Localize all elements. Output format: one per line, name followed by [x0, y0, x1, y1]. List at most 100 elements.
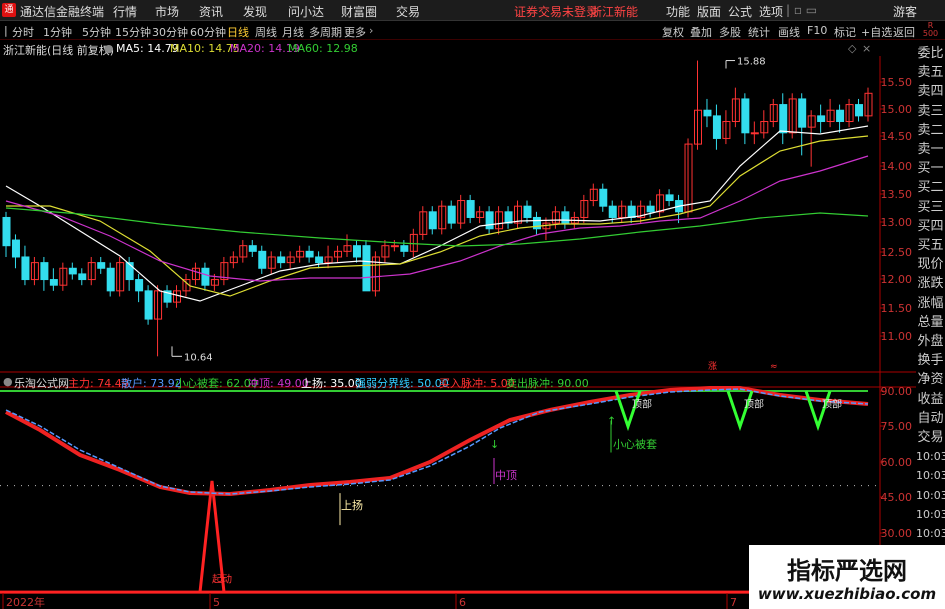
menu-item-gongshi[interactable]: 公式: [728, 3, 752, 20]
btn-tongji[interactable]: 统计: [748, 24, 770, 40]
side-label[interactable]: 10:03: [916, 524, 945, 543]
candle-body: [466, 200, 475, 218]
side-label[interactable]: 买五: [916, 236, 945, 255]
side-label[interactable]: 委比: [916, 44, 945, 63]
login-notice[interactable]: 证券交易未登录: [514, 3, 598, 20]
side-label[interactable]: 10:03: [916, 505, 945, 524]
menu-item-gongneng[interactable]: 功能: [666, 3, 690, 20]
period-30min[interactable]: 30分钟: [152, 24, 188, 40]
candle-body: [40, 262, 49, 281]
side-label[interactable]: 10:03: [916, 466, 945, 485]
side-label[interactable]: 10:03: [916, 447, 945, 466]
side-label[interactable]: 买一: [916, 159, 945, 178]
btn-huaxian[interactable]: 画线: [778, 24, 800, 40]
period-15min[interactable]: 15分钟: [115, 24, 151, 40]
guest-label[interactable]: 游客: [893, 3, 917, 20]
top-label: 顶部: [822, 398, 842, 411]
indicator-header: ● 乐淘公式网 主力: 74.49 散户: 73.92 小心被套: 62.00 …: [0, 373, 880, 391]
side-label[interactable]: 换手: [916, 351, 945, 370]
side-label[interactable]: 现价: [916, 255, 945, 274]
btn-duogu[interactable]: 多股: [719, 24, 741, 40]
date-label: 5: [213, 596, 220, 609]
side-label[interactable]: 卖三: [916, 102, 945, 121]
diamond-icon[interactable]: ◇: [848, 42, 856, 55]
marker-s: ≈: [770, 362, 778, 372]
candle-body: [665, 194, 674, 202]
side-label[interactable]: 卖五: [916, 63, 945, 82]
candle-body: [485, 211, 494, 230]
menu-item-xuanxiang[interactable]: 选项: [759, 3, 783, 20]
side-label[interactable]: 卖四: [916, 82, 945, 101]
side-label[interactable]: 涨跌: [916, 274, 945, 293]
period-weekly[interactable]: 周线: [255, 24, 277, 40]
settings-circle-icon[interactable]: ●: [3, 375, 13, 388]
side-label[interactable]: 买二: [916, 178, 945, 197]
candle-body: [68, 267, 77, 275]
period-more[interactable]: 更多: [344, 24, 366, 40]
rise-label: 上扬: [341, 498, 363, 512]
side-label[interactable]: 外盘: [916, 332, 945, 351]
side-label[interactable]: 卖一: [916, 140, 945, 159]
side-label[interactable]: 买四: [916, 217, 945, 236]
period-fenshi[interactable]: 分时: [12, 24, 34, 40]
close-icon[interactable]: ×: [862, 42, 871, 55]
candle-body: [599, 188, 608, 207]
side-label[interactable]: 涨幅: [916, 294, 945, 313]
btn-diejia[interactable]: 叠加: [690, 24, 712, 40]
window-controls-icon[interactable]: | ▫ ▭: [786, 3, 817, 17]
candle-body: [201, 267, 210, 286]
arrow-up-icon: ↑: [607, 415, 616, 428]
candle-body: [315, 256, 324, 264]
menu-item-faxian[interactable]: 发现: [243, 3, 267, 20]
menu-item-caifuquan[interactable]: 财富圈: [341, 3, 377, 20]
period-monthly[interactable]: 月线: [282, 24, 304, 40]
kline-chart-area[interactable]: 15.88 10.64 涨 ≈ 15.50 15.00 14.50 14.00 13.50 13…: [0, 56, 916, 609]
btn-fuquan[interactable]: 复权: [662, 24, 684, 40]
btn-f10[interactable]: F10: [807, 24, 827, 37]
side-label[interactable]: 收益: [916, 390, 945, 409]
btn-fanhui[interactable]: 返回: [893, 24, 915, 40]
settings-circle-icon[interactable]: ●: [104, 42, 114, 55]
date-axis: 2022年 5 6 7: [2, 593, 737, 609]
side-label[interactable]: 10:03: [916, 486, 945, 505]
menu-item-wenxiaoda[interactable]: 问小达: [288, 3, 324, 20]
candle-body: [305, 250, 314, 258]
menu-item-shichang[interactable]: 市场: [155, 3, 179, 20]
period-toolbar: | 分时 1分钟 5分钟 15分钟 30分钟 60分钟 日线 周线 月线 多周期…: [0, 21, 945, 40]
period-60min[interactable]: 60分钟: [190, 24, 226, 40]
grid-lines: [0, 56, 916, 609]
period-daily[interactable]: 日线: [227, 24, 249, 40]
price-tick-label: 11.50: [881, 302, 913, 315]
side-label[interactable]: 卖二: [916, 121, 945, 140]
menu-bar: 通 通达信金融终端 行情 市场 资讯 发现 问小达 财富圈 交易 证券交易未登录…: [0, 0, 945, 21]
menu-item-zixun[interactable]: 资讯: [199, 3, 223, 20]
side-label[interactable]: 总量: [916, 313, 945, 332]
period-5min[interactable]: 5分钟: [82, 24, 111, 40]
indicator-name[interactable]: 乐淘公式网: [14, 375, 69, 391]
chart-info-bar: 浙江新能(日线 前复权) ● MA5: 14.79 MA10: 14.75 MA…: [0, 40, 880, 57]
candle-body: [248, 245, 257, 252]
ind-item-shangyang: 上扬: 35.00: [301, 377, 362, 390]
app-logo-icon: 通: [2, 3, 16, 17]
price-tick-label: 11.00: [881, 330, 913, 343]
candle-body: [258, 250, 267, 269]
btn-zixuan[interactable]: +自选: [861, 24, 892, 40]
candle-body: [741, 98, 750, 134]
chevron-right-icon[interactable]: ›: [369, 24, 373, 37]
side-label[interactable]: 净资: [916, 370, 945, 389]
side-label[interactable]: 交易: [916, 428, 945, 447]
period-multi[interactable]: 多周期: [309, 24, 342, 40]
ind-item-maichu: 卖出脉冲: 90.00: [506, 377, 589, 390]
side-label[interactable]: 自动: [916, 409, 945, 428]
period-1min[interactable]: 1分钟: [43, 24, 72, 40]
price-tick-label: 12.50: [881, 246, 913, 259]
side-label[interactable]: 买三: [916, 198, 945, 217]
ind-item-sanhu: 散户: 73.92: [121, 377, 182, 390]
candle-body: [646, 205, 655, 213]
btn-biaoji[interactable]: 标记: [834, 24, 856, 40]
candle-body: [855, 104, 864, 117]
menu-item-jiaoyi[interactable]: 交易: [396, 3, 420, 20]
menu-item-hangqing[interactable]: 行情: [113, 3, 137, 20]
menu-item-banmian[interactable]: 版面: [697, 3, 721, 20]
candle-body: [703, 109, 712, 117]
